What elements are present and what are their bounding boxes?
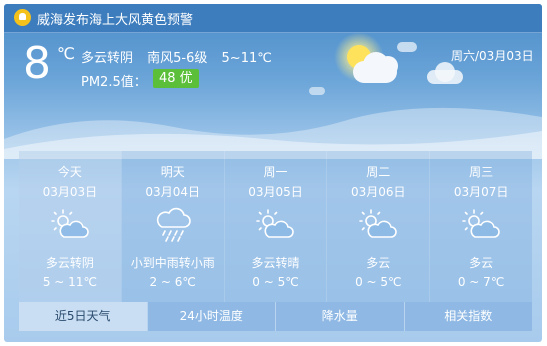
forecast-day-date: 03月06日 xyxy=(351,185,406,199)
forecast-day-temperature: 2 ~ 6℃ xyxy=(149,275,196,289)
temperature-unit: ℃ xyxy=(57,44,75,63)
current-wind: 南风5-6级 xyxy=(147,51,208,66)
alert-text[interactable]: 威海发布海上大风黄色预警 xyxy=(37,9,193,28)
forecast-day-name: 今天 xyxy=(57,165,82,179)
weather-widget: 威海发布海上大风黄色预警 8 ℃ 多云转阴 南风5-6级 5~11℃ PM2.5… xyxy=(4,4,542,342)
tab-4[interactable]: 相关指数 xyxy=(403,302,532,331)
current-range: 5~11℃ xyxy=(221,51,272,66)
partly-cloudy-icon xyxy=(358,207,398,243)
alert-bell-icon xyxy=(14,9,31,26)
tab-1[interactable]: 近5日天气 xyxy=(19,302,147,331)
pm25-badge: 48 优 xyxy=(153,69,199,88)
tab-3[interactable]: 降水量 xyxy=(275,302,404,331)
forecast-day-date: 03月04日 xyxy=(145,185,200,199)
forecast-day-condition: 多云 xyxy=(366,256,391,270)
forecast-day-name: 周三 xyxy=(469,165,494,179)
forecast-day[interactable]: 今天 03月03日 多云转阴 5 ~ 11℃ xyxy=(19,151,121,303)
current-summary: 多云转阴 南风5-6级 5~11℃ xyxy=(81,47,282,66)
forecast-day-condition: 小到中雨转小雨 xyxy=(130,256,215,270)
forecast-day-temperature: 5 ~ 11℃ xyxy=(42,275,97,289)
tab-2[interactable]: 24小时温度 xyxy=(146,302,275,331)
forecast-day-date: 03月03日 xyxy=(42,185,98,199)
forecast-day-condition: 多云转阴 xyxy=(45,256,94,270)
forecast-day[interactable]: 周三 03月07日 多云 0 ~ 7℃ xyxy=(429,151,532,303)
alert-bar[interactable]: 威海发布海上大风黄色预警 xyxy=(4,4,542,33)
pm25-label: PM2.5值： xyxy=(81,75,147,90)
rain-icon xyxy=(153,207,193,243)
partly-cloudy-icon xyxy=(255,207,295,243)
forecast-day[interactable]: 周二 03月06日 多云 0 ~ 5℃ xyxy=(326,151,429,303)
forecast-day-name: 周一 xyxy=(263,165,288,179)
forecast-panel: 今天 03月03日 多云转阴 5 ~ 11℃ 明天 03月04日小到中雨转小雨 2 ~ 6℃… xyxy=(19,151,532,303)
current-temperature: 8 xyxy=(23,38,51,89)
partly-cloudy-icon xyxy=(461,207,501,243)
partly-cloudy-icon xyxy=(50,207,90,243)
forecast-day-name: 周二 xyxy=(366,165,391,179)
cloud-icon xyxy=(309,87,325,95)
forecast-day[interactable]: 周一 03月05日 多云转晴 0 ~ 5℃ xyxy=(223,151,327,303)
current-condition: 多云转阴 xyxy=(81,51,134,66)
current-date: 周六/03月03日 xyxy=(451,49,534,63)
forecast-day-temperature: 0 ~ 7℃ xyxy=(457,275,505,289)
cloud-icon xyxy=(397,42,417,52)
cloud-puff xyxy=(435,62,455,82)
forecast-day[interactable]: 明天 03月04日小到中雨转小雨 2 ~ 6℃ xyxy=(120,151,224,303)
background-hills xyxy=(4,107,542,159)
forecast-day-name: 明天 xyxy=(160,165,185,179)
forecast-day-temperature: 0 ~ 5℃ xyxy=(355,275,402,289)
cloud-puff xyxy=(378,56,398,76)
forecast-tabs: 近5日天气 24小时温度 降水量 相关指数 xyxy=(19,302,532,331)
forecast-day-date: 03月05日 xyxy=(248,185,303,199)
forecast-day-condition: 多云 xyxy=(469,256,494,270)
forecast-day-temperature: 0 ~ 5℃ xyxy=(252,275,299,289)
forecast-day-date: 03月07日 xyxy=(453,185,509,199)
forecast-day-condition: 多云转晴 xyxy=(251,256,300,270)
